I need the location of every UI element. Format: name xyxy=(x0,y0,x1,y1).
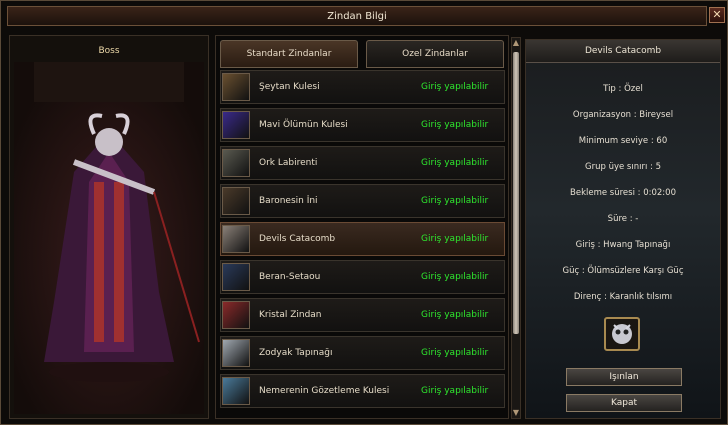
dungeon-status: Giriş yapılabilir xyxy=(421,158,489,168)
details-title: Devils Catacomb xyxy=(526,40,720,63)
dungeon-name: Devils Catacomb xyxy=(259,234,336,244)
dungeon-name: Zodyak Tapınağı xyxy=(259,348,333,358)
required-item-icon[interactable] xyxy=(604,317,640,351)
dungeon-thumbnail xyxy=(222,301,250,329)
dungeon-row[interactable]: Zodyak Tapınağı Giriş yapılabilir xyxy=(220,336,505,370)
details-line: Bekleme süresi : 0:02:00 xyxy=(570,188,676,198)
dungeon-details-panel: Devils Catacomb Tip : Özel Organizasyon :… xyxy=(525,39,721,419)
dungeon-thumbnail xyxy=(222,149,250,177)
dungeon-row[interactable]: Beran-Setaou Giriş yapılabilir xyxy=(220,260,505,294)
close-details-button[interactable]: Kapat xyxy=(566,394,682,412)
dungeon-row[interactable]: Kristal Zindan Giriş yapılabilir xyxy=(220,298,505,332)
dungeon-name: Kristal Zindan xyxy=(259,310,322,320)
dungeon-thumbnail xyxy=(222,225,250,253)
dungeon-name: Mavi Ölümün Kulesi xyxy=(259,120,348,130)
window-title: Zindan Bilgi xyxy=(327,11,387,22)
dungeon-row[interactable]: Nemerenin Gözetleme Kulesi Giriş yapılabi… xyxy=(220,374,505,408)
dungeon-thumbnail xyxy=(222,73,250,101)
tab-special-dungeons[interactable]: Ozel Zindanlar xyxy=(366,40,504,68)
dungeon-list-panel: Standart Zindanlar Ozel Zindanlar Şeytan… xyxy=(215,35,509,419)
teleport-button[interactable]: Işınlan xyxy=(566,368,682,386)
dungeon-status: Giriş yapılabilir xyxy=(421,310,489,320)
dungeon-thumbnail xyxy=(222,339,250,367)
scroll-thumb[interactable] xyxy=(513,52,519,334)
details-line: Minimum seviye : 60 xyxy=(578,136,668,146)
dungeon-thumbnail xyxy=(222,187,250,215)
dungeon-row[interactable]: Şeytan Kulesi Giriş yapılabilir xyxy=(220,70,505,104)
dungeon-row[interactable]: Ork Labirenti Giriş yapılabilir xyxy=(220,146,505,180)
dungeon-name: Baronesin İni xyxy=(259,196,318,206)
dungeon-info-window: Zindan Bilgi ✕ Boss Standart Zindanlar O… xyxy=(0,0,728,425)
dungeon-name: Şeytan Kulesi xyxy=(259,82,320,92)
details-line: Tip : Özel xyxy=(603,84,643,94)
tab-standard-dungeons[interactable]: Standart Zindanlar xyxy=(220,40,358,68)
scroll-up-arrow-icon[interactable]: ▲ xyxy=(512,38,520,48)
dungeon-name: Ork Labirenti xyxy=(259,158,318,168)
dungeon-thumbnail xyxy=(222,377,250,405)
details-line: Grup üye sınırı : 5 xyxy=(585,162,661,172)
dungeon-name: Beran-Setaou xyxy=(259,272,321,282)
boss-portrait xyxy=(14,62,204,414)
dungeon-thumbnail xyxy=(222,111,250,139)
dungeon-row[interactable]: Mavi Ölümün Kulesi Giriş yapılabilir xyxy=(220,108,505,142)
dungeon-status: Giriş yapılabilir xyxy=(421,386,489,396)
title-bar[interactable]: Zindan Bilgi xyxy=(7,6,707,26)
dungeon-name: Nemerenin Gözetleme Kulesi xyxy=(259,386,390,396)
mask-icon xyxy=(612,324,632,344)
dungeon-status: Giriş yapılabilir xyxy=(421,234,489,244)
close-button[interactable]: ✕ xyxy=(709,7,725,23)
dungeon-status: Giriş yapılabilir xyxy=(421,272,489,282)
dungeon-row[interactable]: Devils Catacomb Giriş yapılabilir xyxy=(220,222,505,256)
dungeon-status: Giriş yapılabilir xyxy=(421,120,489,130)
details-line: Organizasyon : Bireysel xyxy=(572,110,674,120)
scroll-down-arrow-icon[interactable]: ▼ xyxy=(512,408,520,418)
dungeon-status: Giriş yapılabilir xyxy=(421,348,489,358)
details-line: Süre : - xyxy=(607,214,639,224)
dungeon-thumbnail xyxy=(222,263,250,291)
dungeon-row[interactable]: Baronesin İni Giriş yapılabilir xyxy=(220,184,505,218)
dungeon-status: Giriş yapılabilir xyxy=(421,196,489,206)
dungeon-status: Giriş yapılabilir xyxy=(421,82,489,92)
details-line: Güç : Ölümsüzlere Karşı Güç xyxy=(562,266,684,276)
details-line: Direnç : Karanlık tılsımı xyxy=(573,292,673,302)
scrollbar[interactable]: ▲ ▼ xyxy=(511,37,521,419)
boss-label: Boss xyxy=(98,46,120,56)
details-line: Giriş : Hwang Tapınağı xyxy=(575,240,671,250)
boss-panel: Boss xyxy=(9,35,209,419)
